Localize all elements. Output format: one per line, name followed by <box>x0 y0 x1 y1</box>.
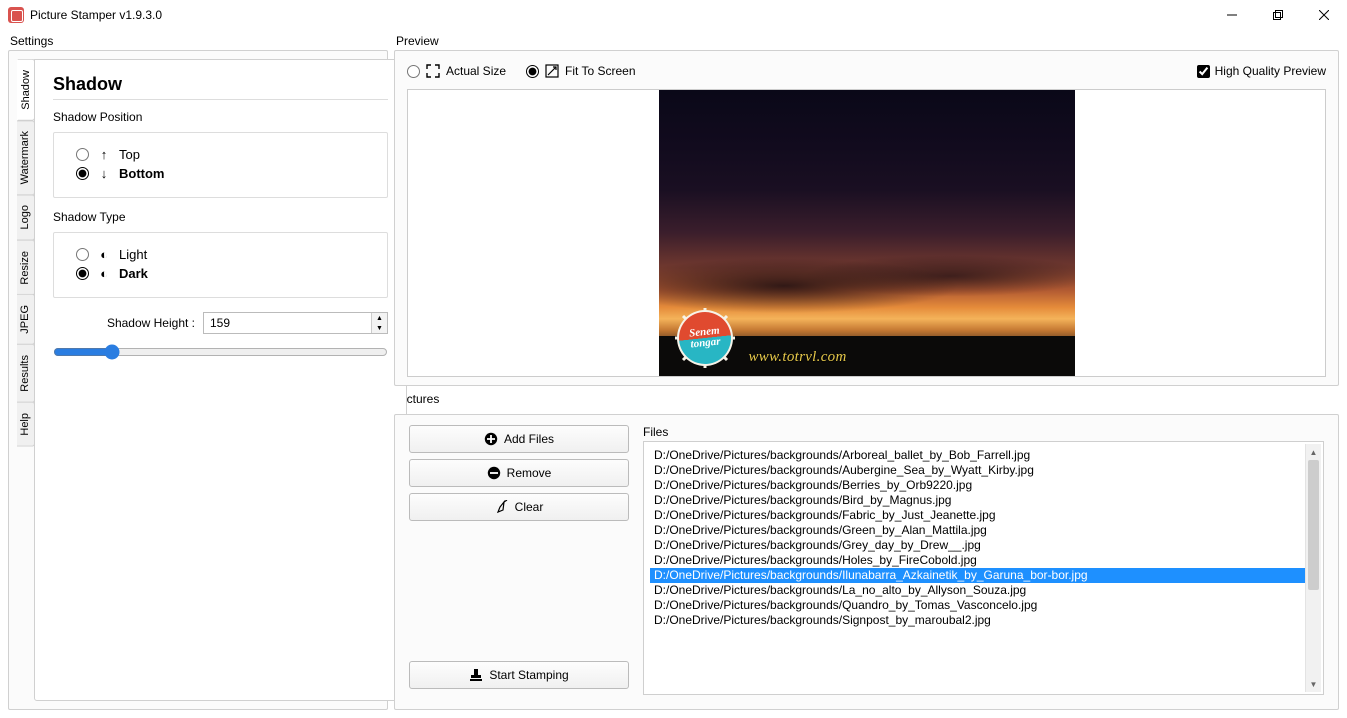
pictures-panel: Add Files Remove <box>394 414 1339 710</box>
file-row[interactable]: D:/OneDrive/Pictures/backgrounds/La_no_a… <box>650 583 1305 598</box>
file-row[interactable]: D:/OneDrive/Pictures/backgrounds/Green_b… <box>650 523 1305 538</box>
radio-light-row[interactable]: ◐ Light <box>76 247 377 262</box>
shadow-height-input[interactable] <box>204 313 371 333</box>
scroll-track[interactable] <box>1306 460 1321 676</box>
file-row[interactable]: D:/OneDrive/Pictures/backgrounds/Holes_b… <box>650 553 1305 568</box>
maximize-button[interactable] <box>1255 0 1301 30</box>
expand-icon <box>426 64 440 78</box>
fit-to-screen-label: Fit To Screen <box>565 64 635 78</box>
shadow-height-slider[interactable] <box>53 344 388 360</box>
file-row[interactable]: D:/OneDrive/Pictures/backgrounds/Bird_by… <box>650 493 1305 508</box>
scroll-down-button[interactable]: ▼ <box>1306 676 1321 692</box>
shadow-position-group: ↑ Top ↓ Bottom <box>53 132 388 198</box>
pictures-label: Pictures <box>394 392 1339 406</box>
arrow-up-icon: ↑ <box>97 147 111 162</box>
broom-icon <box>495 500 509 514</box>
file-row[interactable]: D:/OneDrive/Pictures/backgrounds/Berries… <box>650 478 1305 493</box>
preview-canvas: Senem tongar www.totrvl.com <box>407 89 1326 377</box>
shadow-type-group: ◐ Light ◐ Dark <box>53 232 388 298</box>
radio-dark-row[interactable]: ◐ Dark <box>76 266 377 281</box>
half-circle-light-icon: ◐ <box>97 247 111 262</box>
file-row[interactable]: D:/OneDrive/Pictures/backgrounds/Arborea… <box>650 448 1305 463</box>
shadow-type-label: Shadow Type <box>53 210 388 224</box>
radio-fit-to-screen[interactable] <box>526 65 539 78</box>
tab-resize[interactable]: Resize <box>17 240 35 296</box>
half-circle-dark-icon: ◐ <box>97 266 111 281</box>
radio-bottom-row[interactable]: ↓ Bottom <box>76 166 377 181</box>
divider <box>53 99 388 100</box>
settings-panel: ShadowWatermarkLogoResizeJPEGResultsHelp… <box>8 50 388 710</box>
tab-jpeg[interactable]: JPEG <box>17 294 35 345</box>
minus-circle-icon <box>487 466 501 480</box>
file-row[interactable]: D:/OneDrive/Pictures/backgrounds/Fabric_… <box>650 508 1305 523</box>
tab-results[interactable]: Results <box>17 344 35 403</box>
window-controls <box>1209 0 1347 30</box>
minimize-button[interactable] <box>1209 0 1255 30</box>
radio-actual-size-group[interactable]: Actual Size <box>407 64 506 78</box>
tab-watermark[interactable]: Watermark <box>17 120 35 195</box>
tab-help[interactable]: Help <box>17 402 35 447</box>
preview-label: Preview <box>394 34 1339 48</box>
clear-button[interactable]: Clear <box>409 493 629 521</box>
remove-button[interactable]: Remove <box>409 459 629 487</box>
radio-bottom-label: Bottom <box>119 166 165 181</box>
preview-panel: Actual Size Fit To Screen <box>394 50 1339 386</box>
file-row[interactable]: D:/OneDrive/Pictures/backgrounds/Grey_da… <box>650 538 1305 553</box>
clear-label: Clear <box>515 500 544 514</box>
shadow-heading: Shadow <box>53 74 388 95</box>
file-row[interactable]: D:/OneDrive/Pictures/backgrounds/Ilunaba… <box>650 568 1305 583</box>
fit-icon <box>545 64 559 78</box>
remove-label: Remove <box>507 466 552 480</box>
high-quality-checkbox-group[interactable]: High Quality Preview <box>1197 64 1326 78</box>
radio-actual-size[interactable] <box>407 65 420 78</box>
file-row[interactable]: D:/OneDrive/Pictures/backgrounds/Quandro… <box>650 598 1305 613</box>
watermark-url: www.totrvl.com <box>749 349 847 366</box>
file-row[interactable]: D:/OneDrive/Pictures/backgrounds/Signpos… <box>650 613 1305 628</box>
preview-image: Senem tongar www.totrvl.com <box>659 90 1075 376</box>
add-files-button[interactable]: Add Files <box>409 425 629 453</box>
app-title: Picture Stamper v1.9.3.0 <box>30 8 162 22</box>
scroll-thumb[interactable] <box>1308 460 1319 590</box>
actual-size-label: Actual Size <box>446 64 506 78</box>
radio-dark-label: Dark <box>119 266 148 281</box>
radio-top[interactable] <box>76 148 89 161</box>
watermark-logo: Senem tongar <box>673 306 737 370</box>
shadow-position-label: Shadow Position <box>53 110 388 124</box>
spin-down-button[interactable]: ▼ <box>372 323 387 333</box>
scroll-up-button[interactable]: ▲ <box>1306 444 1321 460</box>
start-stamping-label: Start Stamping <box>489 668 568 682</box>
shadow-height-spinner[interactable]: ▲ ▼ <box>203 312 388 334</box>
titlebar: Picture Stamper v1.9.3.0 <box>0 0 1347 30</box>
shadow-height-label: Shadow Height : <box>53 316 203 330</box>
high-quality-checkbox[interactable] <box>1197 65 1210 78</box>
close-button[interactable] <box>1301 0 1347 30</box>
radio-fit-group[interactable]: Fit To Screen <box>526 64 635 78</box>
spin-up-button[interactable]: ▲ <box>372 313 387 323</box>
radio-bottom[interactable] <box>76 167 89 180</box>
add-files-label: Add Files <box>504 432 554 446</box>
radio-light[interactable] <box>76 248 89 261</box>
high-quality-label: High Quality Preview <box>1215 64 1326 78</box>
settings-tabs: ShadowWatermarkLogoResizeJPEGResultsHelp <box>17 59 35 701</box>
file-row[interactable]: D:/OneDrive/Pictures/backgrounds/Aubergi… <box>650 463 1305 478</box>
plus-circle-icon <box>484 432 498 446</box>
logo-text-2: tongar <box>690 336 721 350</box>
shadow-tab-content: Shadow Shadow Position ↑ Top ↓ Bottom <box>34 59 407 701</box>
app-icon <box>8 7 24 23</box>
radio-top-row[interactable]: ↑ Top <box>76 147 377 162</box>
arrow-down-icon: ↓ <box>97 166 111 181</box>
radio-light-label: Light <box>119 247 147 262</box>
tab-logo[interactable]: Logo <box>17 194 35 240</box>
file-list[interactable]: D:/OneDrive/Pictures/backgrounds/Arborea… <box>643 441 1324 695</box>
radio-dark[interactable] <box>76 267 89 280</box>
settings-label: Settings <box>8 34 388 48</box>
start-stamping-button[interactable]: Start Stamping <box>409 661 629 689</box>
stamp-icon <box>469 668 483 682</box>
files-label: Files <box>643 425 1324 439</box>
tab-shadow[interactable]: Shadow <box>17 59 35 121</box>
scrollbar[interactable]: ▲ ▼ <box>1305 444 1321 692</box>
radio-top-label: Top <box>119 147 140 162</box>
